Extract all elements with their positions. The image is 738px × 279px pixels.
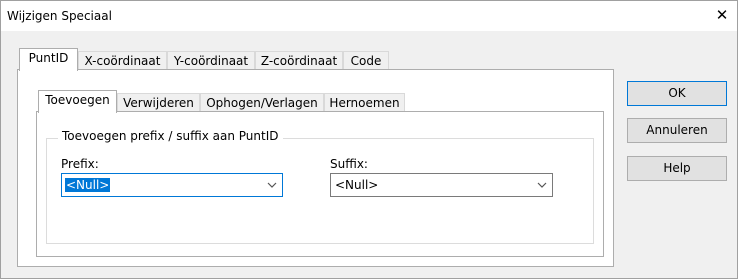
dialog-window: Wijzigen Speciaal ✕ PuntID X-coördinaat … xyxy=(0,0,738,279)
tab-puntid[interactable]: PuntID xyxy=(19,48,78,71)
suffix-combobox[interactable]: <Null> xyxy=(330,173,553,197)
subtab-verwijderen[interactable]: Verwijderen xyxy=(117,93,200,113)
ok-button[interactable]: OK xyxy=(627,81,727,106)
subtab-ophogen-verlagen[interactable]: Ophogen/Verlagen xyxy=(200,93,324,113)
suffix-value: <Null> xyxy=(335,178,379,192)
window-title: Wijzigen Speciaal xyxy=(7,9,112,23)
prefix-label: Prefix: xyxy=(61,157,99,171)
chevron-down-icon xyxy=(537,182,547,188)
tab-y-coordinaat[interactable]: Y-coördinaat xyxy=(167,51,255,71)
prefix-value: <Null> xyxy=(65,178,111,192)
prefix-combobox[interactable]: <Null> xyxy=(61,173,283,197)
help-button[interactable]: Help xyxy=(627,156,727,181)
chevron-down-icon xyxy=(267,182,277,188)
suffix-label: Suffix: xyxy=(330,157,368,171)
subtab-toevoegen[interactable]: Toevoegen xyxy=(38,90,117,113)
cancel-button[interactable]: Annuleren xyxy=(627,118,727,143)
subtab-hernoemen[interactable]: Hernoemen xyxy=(324,93,405,113)
close-icon[interactable]: ✕ xyxy=(713,6,731,24)
group-title: Toevoegen prefix / suffix aan PuntID xyxy=(58,129,283,143)
tab-x-coordinaat[interactable]: X-coördinaat xyxy=(78,51,167,71)
title-bar: Wijzigen Speciaal ✕ xyxy=(1,1,737,31)
tab-code[interactable]: Code xyxy=(343,51,389,71)
tab-z-coordinaat[interactable]: Z-coördinaat xyxy=(255,51,343,71)
